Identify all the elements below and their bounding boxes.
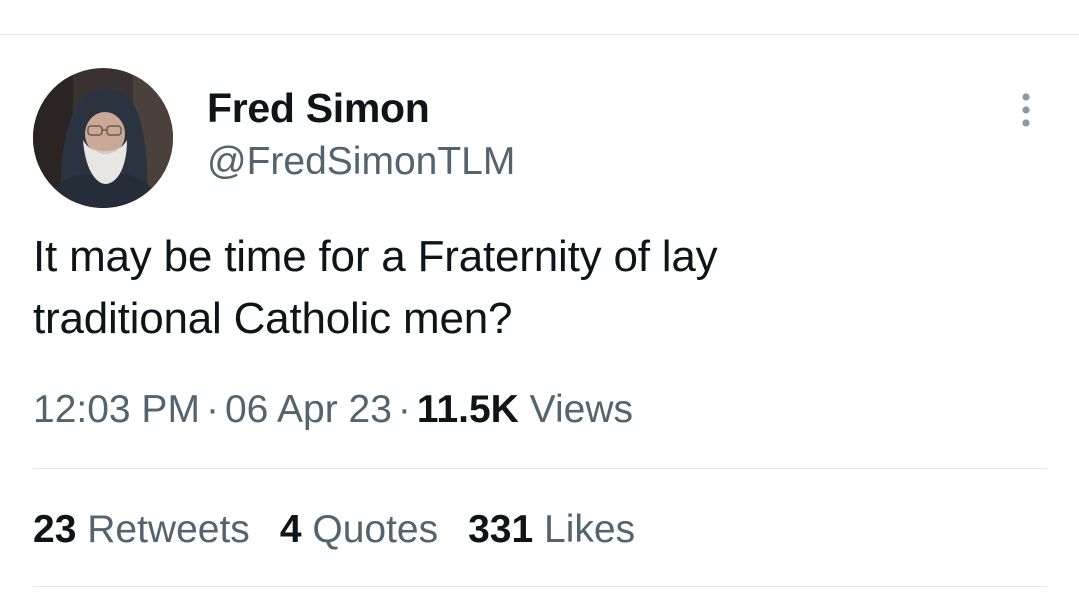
tweet-time[interactable]: 12:03 PM [33, 388, 200, 431]
likes-count: 331 [468, 508, 534, 551]
avatar[interactable] [33, 68, 173, 208]
meta-separator: · [205, 388, 219, 431]
more-options-button[interactable] [1006, 88, 1046, 132]
retweets-stat[interactable]: 23 Retweets [33, 504, 250, 556]
user-avatar-icon [33, 68, 173, 208]
author-display-name[interactable]: Fred Simon [207, 84, 430, 132]
views-count[interactable]: 11.5K [417, 388, 519, 431]
author-handle[interactable]: @FredSimonTLM [207, 138, 515, 186]
tweet-meta: 12:03 PM · 06 Apr 23 · 11.5K Views [33, 384, 633, 436]
quotes-stat[interactable]: 4 Quotes [280, 504, 438, 556]
likes-stat[interactable]: 331 Likes [468, 504, 635, 556]
tweet-date[interactable]: 06 Apr 23 [225, 388, 392, 431]
meta-separator: · [397, 388, 411, 431]
quotes-count: 4 [279, 508, 302, 551]
tweet-text: It may be time for a Fraternity of lay t… [33, 226, 1033, 350]
quotes-label: Quotes [312, 508, 439, 551]
likes-label: Likes [544, 508, 636, 551]
stats-top-divider [33, 468, 1047, 469]
top-divider [0, 34, 1079, 35]
tweet-text-line-2: traditional Catholic men? [33, 294, 513, 343]
tweet-text-line-1: It may be time for a Fraternity of lay [33, 232, 718, 281]
more-vertical-icon [1022, 93, 1030, 127]
tweet-stats: 23 Retweets 4 Quotes 331 Likes [33, 504, 665, 556]
stats-bottom-divider [33, 586, 1047, 587]
views-label[interactable]: Views [530, 388, 633, 431]
retweets-count: 23 [33, 508, 77, 551]
retweets-label: Retweets [87, 508, 250, 551]
